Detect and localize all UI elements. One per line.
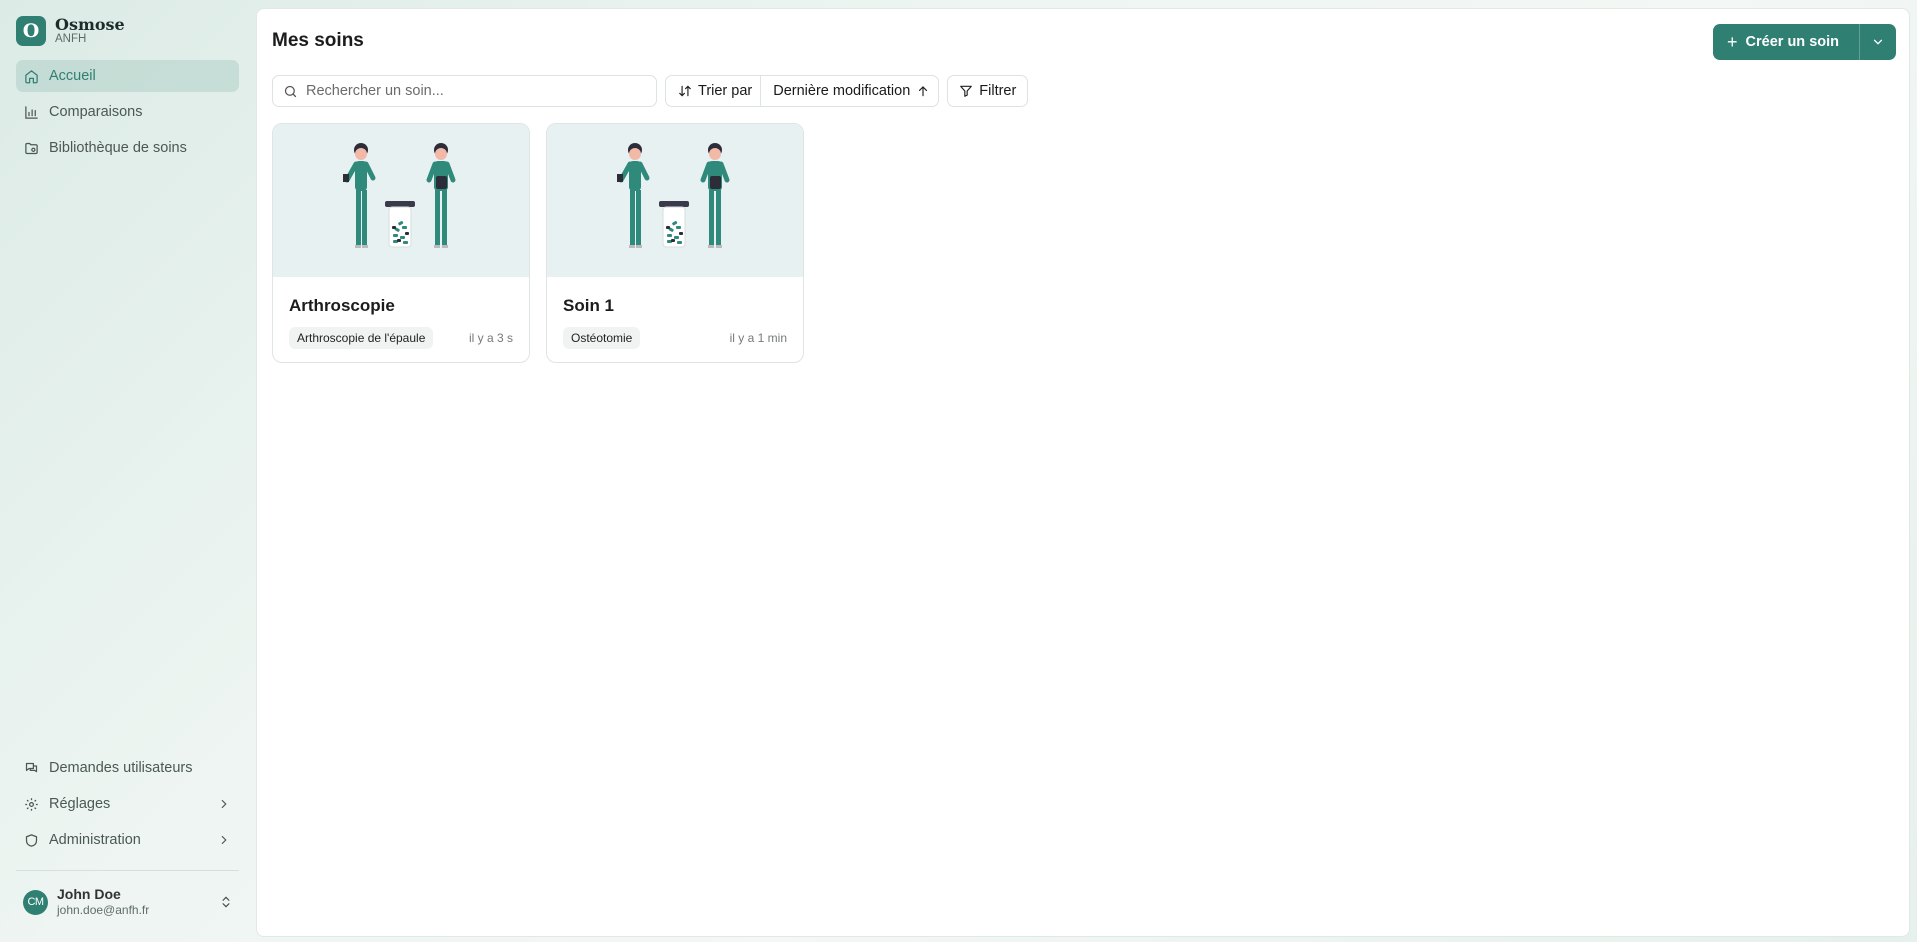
create-dropdown-button[interactable] bbox=[1860, 24, 1896, 60]
chevron-right-icon bbox=[221, 835, 227, 845]
card-meta: Ostéotomie il y a 1 min bbox=[563, 327, 787, 349]
avatar: CM bbox=[23, 889, 48, 915]
card-timestamp: il y a 3 s bbox=[468, 331, 513, 345]
main-nav: Accueil Comparaisons Bibliothèque de soi… bbox=[16, 60, 239, 164]
search-input[interactable] bbox=[306, 83, 646, 99]
nurses-illustration bbox=[547, 124, 803, 277]
brand-logo: O bbox=[16, 16, 46, 46]
soins-grid: Arthroscopie Arthroscopie de l'épaule il… bbox=[272, 123, 804, 363]
main-panel: Mes soins + Créer un soin Trier par Dern… bbox=[256, 8, 1910, 937]
card-title: Soin 1 bbox=[563, 296, 615, 315]
chevron-down-icon bbox=[1873, 39, 1883, 45]
sidebar-item-demandes[interactable]: Demandes utilisateurs bbox=[16, 752, 239, 784]
create-soin-button[interactable]: + Créer un soin bbox=[1713, 24, 1860, 60]
filter-label: Filtrer bbox=[979, 83, 1017, 99]
card-tag: Ostéotomie bbox=[563, 327, 641, 349]
gear-icon bbox=[25, 797, 38, 811]
nurses-illustration bbox=[273, 124, 529, 277]
card-timestamp: il y a 1 min bbox=[729, 331, 787, 345]
sidebar-item-label: Réglages bbox=[49, 796, 111, 812]
shield-icon bbox=[25, 833, 38, 847]
filter-icon bbox=[960, 85, 973, 97]
user-info: John Doe john.doe@anfh.fr bbox=[57, 886, 149, 917]
brand[interactable]: O Osmose ANFH bbox=[16, 14, 239, 48]
sort-value: Dernière modification bbox=[773, 83, 911, 99]
sidebar-item-comparaisons[interactable]: Comparaisons bbox=[16, 96, 239, 128]
sidebar-item-label: Comparaisons bbox=[49, 104, 143, 120]
sidebar: O Osmose ANFH Accueil Comparaisons Bibli… bbox=[0, 0, 255, 942]
sidebar-item-administration[interactable]: Administration bbox=[16, 824, 239, 856]
user-name: John Doe bbox=[57, 886, 121, 903]
brand-name: Osmose bbox=[55, 14, 125, 34]
sidebar-item-label: Accueil bbox=[49, 68, 96, 84]
soin-card[interactable]: Arthroscopie Arthroscopie de l'épaule il… bbox=[272, 123, 530, 363]
user-email: john.doe@anfh.fr bbox=[57, 903, 150, 918]
sidebar-item-label: Bibliothèque de soins bbox=[49, 140, 187, 156]
card-meta: Arthroscopie de l'épaule il y a 3 s bbox=[289, 327, 513, 349]
folder-icon bbox=[25, 142, 38, 154]
sidebar-item-bibliotheque[interactable]: Bibliothèque de soins bbox=[16, 132, 239, 164]
toolbar: Trier par Dernière modification Filtrer bbox=[272, 75, 1029, 107]
card-tag: Arthroscopie de l'épaule bbox=[289, 327, 434, 349]
page-title: Mes soins bbox=[272, 30, 364, 51]
filter-button[interactable]: Filtrer bbox=[947, 75, 1029, 107]
search-box bbox=[272, 75, 657, 107]
sort-field-select[interactable]: Dernière modification bbox=[761, 76, 938, 106]
sort-button[interactable]: Trier par bbox=[666, 76, 762, 106]
bar-chart-icon bbox=[25, 105, 38, 119]
sidebar-item-reglages[interactable]: Réglages bbox=[16, 788, 239, 820]
sort-arrows-icon bbox=[679, 85, 691, 97]
soin-card[interactable]: Soin 1 Ostéotomie il y a 1 min bbox=[546, 123, 804, 363]
chevrons-up-down-icon bbox=[222, 896, 230, 908]
create-button-group: + Créer un soin bbox=[1713, 24, 1896, 60]
user-menu[interactable]: CM John Doe john.doe@anfh.fr bbox=[16, 883, 239, 921]
create-soin-label: Créer un soin bbox=[1745, 34, 1839, 50]
card-title: Arthroscopie bbox=[289, 296, 395, 315]
sidebar-item-label: Demandes utilisateurs bbox=[49, 760, 193, 776]
brand-text: Osmose ANFH bbox=[55, 14, 125, 46]
arrow-up-icon bbox=[919, 86, 928, 97]
home-icon bbox=[25, 69, 38, 83]
chevron-right-icon bbox=[221, 799, 227, 809]
plus-icon: + bbox=[1727, 31, 1738, 52]
divider bbox=[16, 870, 239, 871]
sort-control: Trier par Dernière modification bbox=[665, 75, 940, 107]
sort-label: Trier par bbox=[698, 83, 753, 99]
sidebar-item-accueil[interactable]: Accueil bbox=[16, 60, 239, 92]
card-body: Arthroscopie Arthroscopie de l'épaule il… bbox=[273, 277, 529, 349]
messages-icon bbox=[25, 762, 38, 772]
card-body: Soin 1 Ostéotomie il y a 1 min bbox=[547, 277, 803, 349]
brand-org: ANFH bbox=[55, 33, 87, 46]
search-icon bbox=[284, 85, 297, 97]
sidebar-item-label: Administration bbox=[49, 832, 141, 848]
sidebar-footer: Demandes utilisateurs Réglages Administr… bbox=[16, 752, 239, 921]
